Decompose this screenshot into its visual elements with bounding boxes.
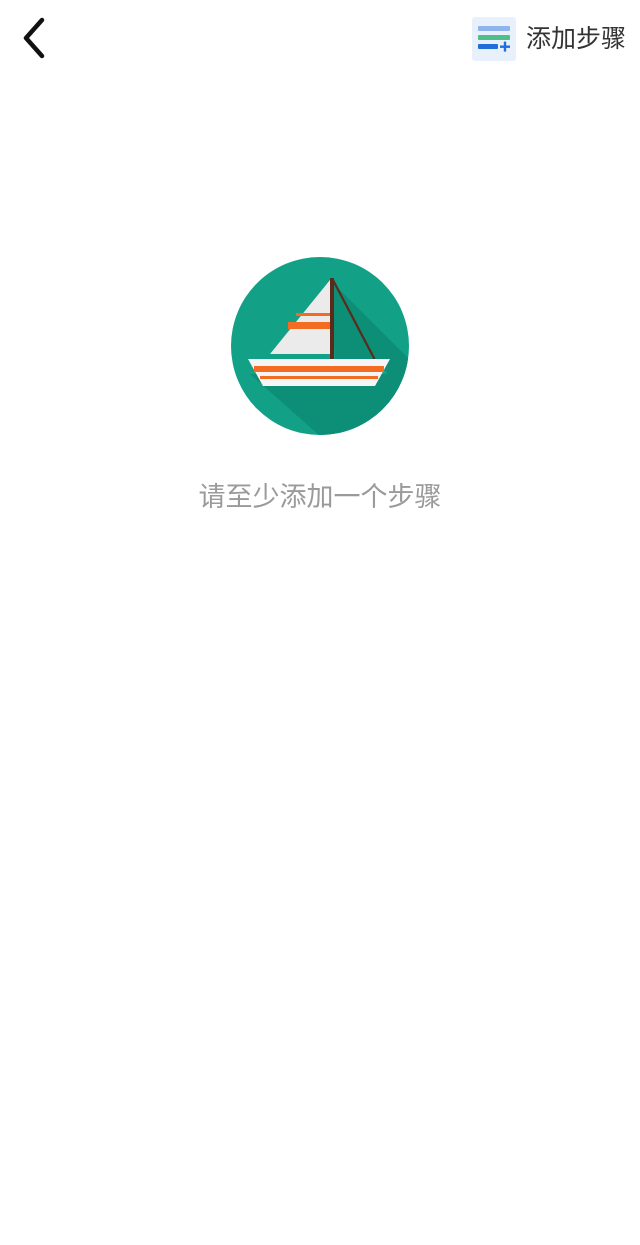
chevron-left-icon (23, 17, 45, 59)
add-step-button[interactable]: 添加步骤 (471, 16, 626, 62)
back-button[interactable] (10, 12, 60, 64)
sailboat-icon (230, 256, 410, 436)
add-list-icon (471, 17, 516, 61)
empty-state-message: 请至少添加一个步骤 (198, 482, 442, 513)
top-bar: 添加步骤 (0, 0, 640, 80)
add-step-label: 添加步骤 (525, 24, 626, 53)
